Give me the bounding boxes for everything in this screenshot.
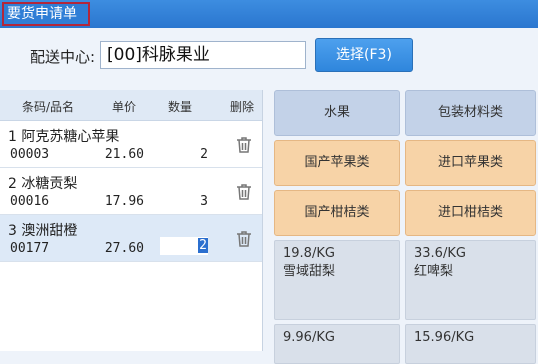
category-panel: 水果 包装材料类 国产苹果类 进口苹果类 国产柑桔类 进口柑桔类 19.8/KG…	[270, 90, 538, 364]
category-domestic-apple-button[interactable]: 国产苹果类	[274, 140, 400, 186]
category-imported-citrus-button[interactable]: 进口柑桔类	[405, 190, 536, 236]
distribution-bar: 配送中心: [00]科脉果业 选择(F3)	[0, 28, 538, 90]
select-button[interactable]: 选择(F3)	[315, 38, 413, 72]
header-price: 单价	[112, 100, 137, 114]
window-title: 要货申请单	[2, 2, 90, 26]
item-price: 21.60	[104, 147, 144, 162]
item-qty-input[interactable]: 2	[160, 237, 208, 255]
trash-icon[interactable]	[234, 135, 254, 155]
list-item-selected[interactable]: 3 澳洲甜橙 00177 27.60 2	[0, 215, 262, 262]
list-item[interactable]: 2 冰糖贡梨 00016 17.96 3	[0, 168, 262, 215]
item-qty[interactable]: 3	[160, 194, 208, 209]
item-name: 2 冰糖贡梨	[8, 176, 78, 192]
header-code-name: 条码/品名	[22, 100, 75, 114]
header-delete: 删除	[230, 100, 255, 114]
product-name: 红啤梨	[414, 264, 454, 279]
item-price: 27.60	[104, 241, 144, 256]
product-card[interactable]: 33.6/KG 红啤梨	[405, 240, 536, 320]
list-item[interactable]: 1 阿克苏糖心苹果 00003 21.60 2	[0, 121, 262, 168]
product-price: 33.6/KG	[414, 246, 466, 261]
trash-icon[interactable]	[234, 182, 254, 202]
header-qty: 数量	[168, 100, 193, 114]
item-name: 3 澳洲甜橙	[8, 223, 78, 239]
item-code: 00003	[10, 147, 50, 162]
item-code: 00016	[10, 194, 50, 209]
product-price: 15.96/KG	[414, 330, 475, 345]
title-bar: 要货申请单	[0, 0, 538, 28]
product-price: 19.8/KG	[283, 246, 335, 261]
distribution-center-input[interactable]: [00]科脉果业	[100, 41, 306, 69]
product-name: 雪域甜梨	[283, 264, 336, 279]
product-price: 9.96/KG	[283, 330, 335, 345]
product-card[interactable]: 9.96/KG	[274, 324, 400, 364]
item-code: 00177	[10, 241, 50, 256]
trash-icon[interactable]	[234, 229, 254, 249]
category-imported-apple-button[interactable]: 进口苹果类	[405, 140, 536, 186]
item-price: 17.96	[104, 194, 144, 209]
category-packaging-button[interactable]: 包装材料类	[405, 90, 536, 136]
category-domestic-citrus-button[interactable]: 国产柑桔类	[274, 190, 400, 236]
list-header: 条码/品名 单价 数量 删除	[0, 90, 262, 121]
product-card[interactable]: 15.96/KG	[405, 324, 536, 364]
product-card[interactable]: 19.8/KG 雪域甜梨	[274, 240, 400, 320]
category-fruit-button[interactable]: 水果	[274, 90, 400, 136]
item-qty[interactable]: 2	[160, 147, 208, 162]
distribution-label: 配送中心:	[30, 48, 96, 66]
item-name: 1 阿克苏糖心苹果	[8, 129, 120, 145]
order-list: 条码/品名 单价 数量 删除 1 阿克苏糖心苹果 00003 21.60 2 2…	[0, 90, 263, 351]
